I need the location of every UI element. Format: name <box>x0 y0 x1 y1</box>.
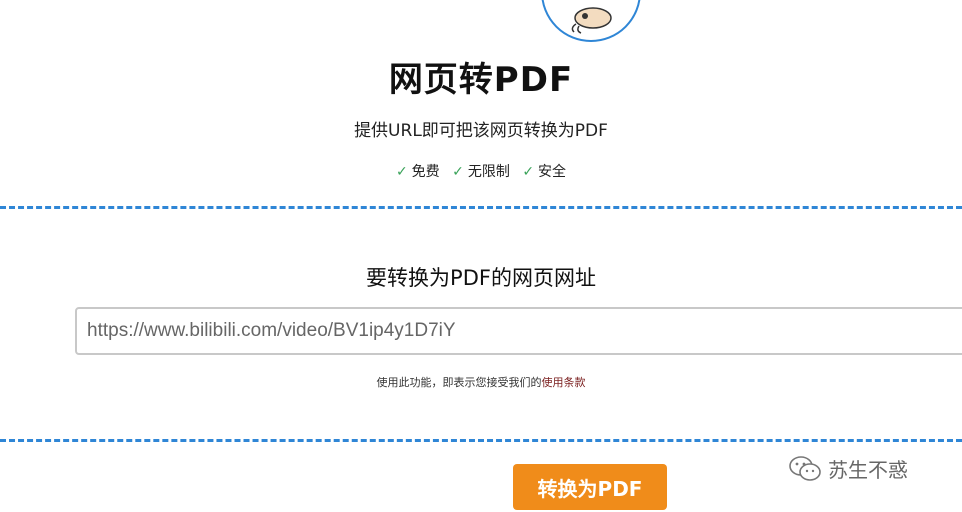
feature-label: 免费 <box>411 164 440 180</box>
wechat-icon <box>789 455 821 481</box>
feature-unlimited: ✓ 无限制 <box>452 161 510 181</box>
convert-button[interactable]: 转换为PDF <box>513 464 667 510</box>
watermark-text: 苏生不惑 <box>828 458 908 482</box>
page-title: 网页转PDF <box>388 60 574 100</box>
check-icon: ✓ <box>452 164 464 180</box>
feature-free: ✓ 免费 <box>396 161 440 181</box>
mascot-logo-icon <box>541 0 641 42</box>
url-field-label: 要转换为PDF的网页网址 <box>366 266 596 290</box>
divider-top <box>0 206 962 209</box>
check-icon: ✓ <box>395 164 408 180</box>
feature-secure: ✓ 安全 <box>522 161 566 181</box>
check-icon: ✓ <box>522 164 535 180</box>
divider-bottom <box>0 439 962 442</box>
watermark: 苏生不惑 <box>788 454 908 483</box>
terms-text: 使用此功能，即表示您接受我们的 <box>376 376 542 389</box>
terms-notice: 使用此功能，即表示您接受我们的使用条款 <box>0 374 962 390</box>
page: 网页转PDF 提供URL即可把该网页转换为PDF ✓ 免费 ✓ 无限制 ✓ 安全 要转… <box>0 0 962 512</box>
url-input[interactable] <box>75 307 962 355</box>
terms-link[interactable]: 使用条款 <box>542 376 586 389</box>
feature-list: ✓ 免费 ✓ 无限制 ✓ 安全 <box>0 161 962 181</box>
page-subtitle: 提供URL即可把该网页转换为PDF <box>354 121 608 141</box>
feature-label: 无限制 <box>467 164 510 180</box>
feature-label: 安全 <box>538 164 567 180</box>
